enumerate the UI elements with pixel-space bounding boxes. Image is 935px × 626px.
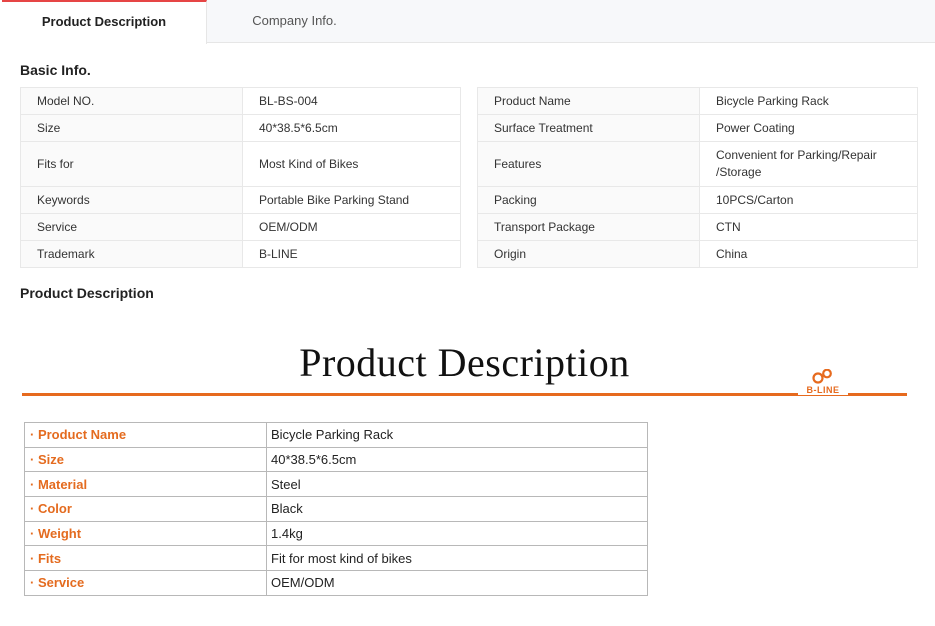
info-key: Service: [20, 213, 243, 241]
table-row: · Material Steel: [24, 471, 648, 498]
table-row: · Product Name Bicycle Parking Rack: [24, 422, 648, 448]
spec-key: · Weight: [24, 520, 267, 547]
table-row: Packing 10PCS/Carton: [477, 186, 918, 214]
spec-value: 1.4kg: [266, 520, 648, 547]
info-key: Model NO.: [20, 87, 243, 115]
info-key: Origin: [477, 240, 700, 268]
info-key: Fits for: [20, 141, 243, 187]
tab-bar: Product Description Company Info.: [2, 0, 935, 44]
table-row: Service OEM/ODM: [20, 213, 461, 241]
info-key: Transport Package: [477, 213, 700, 241]
info-value: Portable Bike Parking Stand: [242, 186, 461, 214]
info-value: B-LINE: [242, 240, 461, 268]
info-value: Power Coating: [699, 114, 918, 142]
banner-divider: [22, 393, 907, 396]
info-value: BL-BS-004: [242, 87, 461, 115]
info-value: Most Kind of Bikes: [242, 141, 461, 187]
info-key: Product Name: [477, 87, 700, 115]
spec-value: 40*38.5*6.5cm: [266, 446, 648, 473]
info-value: Convenient for Parking/Repair /Storage: [699, 141, 918, 187]
info-key: Trademark: [20, 240, 243, 268]
table-row: · Fits Fit for most kind of bikes: [24, 545, 648, 572]
table-row: · Size 40*38.5*6.5cm: [24, 446, 648, 473]
info-value: 10PCS/Carton: [699, 186, 918, 214]
product-description-heading: Product Description: [20, 285, 154, 301]
info-key: Features: [477, 141, 700, 187]
info-key: Keywords: [20, 186, 243, 214]
basic-info-table-right: Product Name Bicycle Parking Rack Surfac…: [477, 87, 918, 268]
info-value: CTN: [699, 213, 918, 241]
basic-info-heading: Basic Info.: [20, 62, 91, 78]
table-row: · Weight 1.4kg: [24, 520, 648, 547]
spec-key: · Color: [24, 496, 267, 522]
table-row: · Service OEM/ODM: [24, 570, 648, 596]
banner-title: Product Description: [299, 340, 630, 385]
table-row: Trademark B-LINE: [20, 240, 461, 268]
basic-info-table-left: Model NO. BL-BS-004 Size 40*38.5*6.5cm F…: [20, 87, 461, 268]
table-row: Keywords Portable Bike Parking Stand: [20, 186, 461, 214]
product-description-banner: Product Description B-LINE: [22, 335, 907, 405]
info-key: Packing: [477, 186, 700, 214]
spec-key: · Service: [24, 570, 267, 596]
table-row: Model NO. BL-BS-004: [20, 87, 461, 115]
spec-key: · Fits: [24, 545, 267, 572]
spec-key: · Material: [24, 471, 267, 498]
spec-value: Bicycle Parking Rack: [266, 422, 648, 448]
table-row: Fits for Most Kind of Bikes: [20, 141, 461, 187]
logo-text: B-LINE: [798, 385, 848, 395]
info-key: Size: [20, 114, 243, 142]
brand-logo: B-LINE: [798, 368, 848, 399]
table-row: Transport Package CTN: [477, 213, 918, 241]
spec-value: Fit for most kind of bikes: [266, 545, 648, 572]
table-row: Product Name Bicycle Parking Rack: [477, 87, 918, 115]
table-row: Origin China: [477, 240, 918, 268]
spec-key: · Product Name: [24, 422, 267, 448]
info-value: 40*38.5*6.5cm: [242, 114, 461, 142]
info-key: Surface Treatment: [477, 114, 700, 142]
tab-company-info[interactable]: Company Info.: [207, 0, 382, 43]
spec-value: Black: [266, 496, 648, 522]
table-row: Features Convenient for Parking/Repair /…: [477, 141, 918, 187]
table-row: · Color Black: [24, 496, 648, 522]
tab-product-description[interactable]: Product Description: [2, 0, 207, 44]
table-row: Size 40*38.5*6.5cm: [20, 114, 461, 142]
table-row: Surface Treatment Power Coating: [477, 114, 918, 142]
info-value: OEM/ODM: [242, 213, 461, 241]
info-value: Bicycle Parking Rack: [699, 87, 918, 115]
info-value: China: [699, 240, 918, 268]
spec-value: OEM/ODM: [266, 570, 648, 596]
product-spec-table: · Product Name Bicycle Parking Rack · Si…: [24, 422, 648, 596]
spec-value: Steel: [266, 471, 648, 498]
spec-key: · Size: [24, 446, 267, 473]
